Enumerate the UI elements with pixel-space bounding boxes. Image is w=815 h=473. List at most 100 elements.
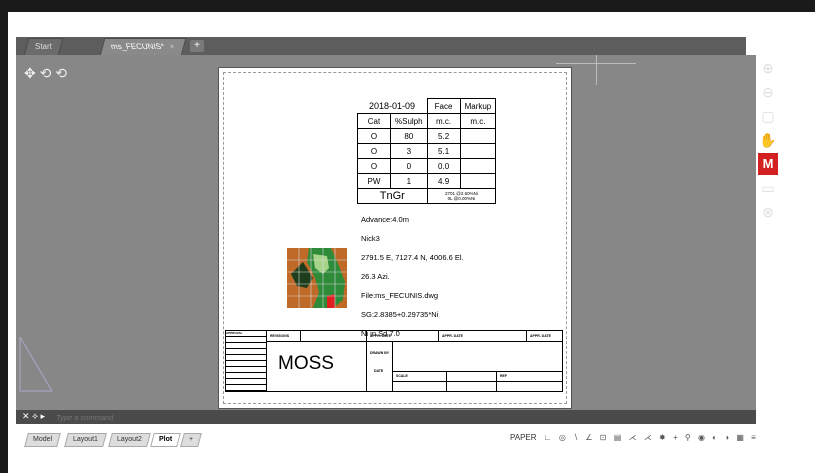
workspace-gear-icon[interactable]: ✸ <box>659 433 666 442</box>
tab-plot-label: Plot <box>159 436 173 443</box>
face-map-sketch <box>287 248 347 308</box>
table-cell: 5.1 <box>426 143 461 159</box>
table-cell: 0 <box>390 158 428 174</box>
new-layout-button[interactable]: + <box>180 433 202 447</box>
zoom-in-icon[interactable]: ⊕ <box>758 57 778 79</box>
outer-frame-top <box>0 0 815 12</box>
table-cell: 80 <box>390 128 428 144</box>
isolate-objects-icon[interactable]: ◉ <box>698 433 705 442</box>
table-date: 2018-01-09 <box>369 100 416 111</box>
paper-sheet: 2018-01-09 Face Markup Cat %Sulph m.c. m… <box>218 67 572 409</box>
pan-hand-icon[interactable]: ✋ <box>758 129 778 151</box>
customization-menu-icon[interactable]: ≡ <box>751 433 756 442</box>
command-input[interactable] <box>56 411 356 423</box>
tab-model-label: Model <box>33 436 53 443</box>
tab-drawing-label: ms_FECUNIS* <box>109 42 166 51</box>
document-tab-bar: Start ms_FECUNIS* × + <box>16 37 746 56</box>
table-cell: 0.0 <box>426 158 461 174</box>
units-icon[interactable]: ⚲ <box>685 433 691 442</box>
table-cell: O <box>357 128 391 144</box>
clean-screen-icon[interactable]: ◑ <box>724 433 729 442</box>
table-row: O 0 0.0 <box>357 158 497 174</box>
table-row: O 80 5.2 <box>357 128 497 144</box>
note-nick: Nick3 <box>361 234 380 243</box>
tab-model[interactable]: Model <box>24 433 61 447</box>
table-cell <box>459 158 497 174</box>
open-folder-icon[interactable]: ▭ <box>758 177 778 199</box>
tb-appr-label: APPR. DATE <box>370 334 391 338</box>
tab-drawing[interactable]: ms_FECUNIS* × <box>99 38 187 56</box>
table-face: Face <box>426 98 461 114</box>
table-tngr: TnGr <box>357 188 428 204</box>
tb-drawn-label: DRAWN BY <box>370 351 390 355</box>
outer-frame-left <box>0 0 8 473</box>
tab-layout2-label: Layout2 <box>117 436 142 443</box>
new-layout-label: + <box>189 436 194 443</box>
table-cell <box>459 128 497 144</box>
title-block-moss: MOSS <box>278 353 334 374</box>
annotation-visibility-icon[interactable]: ⋌ <box>644 433 652 442</box>
navigation-bar: ⊕ ⊖ ▢ ✋ M ▭ ⊗ <box>756 55 780 295</box>
tab-start-label: Start <box>35 42 52 51</box>
zoom-window-icon[interactable]: ▢ <box>758 105 778 127</box>
isodraft-icon[interactable]: ∖ <box>573 433 578 442</box>
table-cell <box>459 173 497 189</box>
annotation-scale-icon[interactable]: ⋌ <box>629 433 637 442</box>
table-cell: 5.2 <box>426 128 461 144</box>
close-circle-icon[interactable]: ⊗ <box>758 201 778 223</box>
tb-date-label: DATE <box>374 369 384 373</box>
status-toggles: PAPER ∟ ◎ ∖ ∠ ⊡ ▤ ⋌ ⋌ ✸ + ⚲ ◉ ◐ ◑ ▦ ≡ <box>510 433 756 442</box>
table-cell: 3 <box>390 143 428 159</box>
polar-icon[interactable]: ◎ <box>559 433 566 442</box>
tab-layout1[interactable]: Layout1 <box>64 433 107 447</box>
zoom-out-icon[interactable]: ⊖ <box>758 81 778 103</box>
paper-space-toggle[interactable]: PAPER <box>510 433 537 442</box>
table-sulph-header: %Sulph <box>390 113 428 129</box>
table-markup: Markup <box>459 98 497 114</box>
table-mc2-header: m.c. <box>459 113 497 129</box>
close-icon[interactable]: × <box>168 39 177 55</box>
lineweight-icon[interactable]: ▤ <box>614 433 622 442</box>
tngr-note-2: 0L @0.00%Ni <box>447 196 476 201</box>
tab-start[interactable]: Start <box>23 38 64 56</box>
tb-ref-label: REF <box>500 374 507 378</box>
tb-scale-label: SCALE <box>396 374 408 378</box>
tab-layout1-label: Layout1 <box>73 436 98 443</box>
status-bar: Model Layout1 Layout2 Plot + PAPER ∟ ◎ ∖… <box>16 430 815 448</box>
new-tab-button[interactable]: + <box>190 40 204 52</box>
note-azimuth: 26.3 Azi. <box>361 272 390 281</box>
table-cell: 4.9 <box>426 173 461 189</box>
object-snap-icon[interactable]: ⊡ <box>600 433 607 442</box>
note-file: File:ms_FECUNIS.dwg <box>361 291 439 300</box>
object-snap-tracking-icon[interactable]: ∠ <box>585 433 592 442</box>
mapping-table: 2018-01-09 Face Markup Cat %Sulph m.c. m… <box>357 98 497 204</box>
command-close-icon[interactable]: ✕ ⟡ ▸ <box>22 411 45 422</box>
ortho-icon[interactable]: ∟ <box>544 433 552 442</box>
table-cell: PW <box>357 173 391 189</box>
table-cell: 1 <box>390 173 428 189</box>
tab-plot[interactable]: Plot <box>150 433 182 447</box>
note-sg: SG:2.8385+0.29735*Ni <box>361 310 439 319</box>
tb-revisions-label: REVISIONS <box>270 334 290 338</box>
hardware-acceleration-icon[interactable]: ◐ <box>712 433 717 442</box>
drawing-canvas[interactable]: ✥ ⟲ ⟲ 2018-01-09 Face Markup Cat %Sulph … <box>16 55 756 410</box>
tb-appr2-label: APPR. DATE <box>442 334 463 338</box>
quick-properties-icon[interactable]: ▦ <box>736 433 744 442</box>
orbit-nav-icons[interactable]: ✥ ⟲ ⟲ <box>24 65 67 82</box>
table-cat-header: Cat <box>357 113 391 129</box>
table-cell: O <box>357 143 391 159</box>
title-block-approval-column: APPROVAL <box>226 331 267 391</box>
table-mc1-header: m.c. <box>426 113 461 129</box>
crosshair-vertical <box>596 55 597 85</box>
table-tngr-note: 2701 @2.60%Ni 0L @0.00%Ni <box>426 188 497 204</box>
note-advance: Advance:4.0m <box>361 215 409 224</box>
m-tool-icon[interactable]: M <box>758 153 778 175</box>
command-line: ✕ ⟡ ▸ <box>16 410 756 424</box>
table-cell: O <box>357 158 391 174</box>
note-coords: 2791.5 E, 7127.4 N, 4006.6 El. <box>361 253 464 262</box>
add-icon[interactable]: + <box>673 433 678 442</box>
face-notes: Advance:4.0m Nick3 2791.5 E, 7127.4 N, 4… <box>361 210 464 343</box>
tb-appr3-label: APPR. DATE <box>530 334 551 338</box>
table-row: PW 1 4.9 <box>357 173 497 189</box>
tab-layout2[interactable]: Layout2 <box>108 433 151 447</box>
